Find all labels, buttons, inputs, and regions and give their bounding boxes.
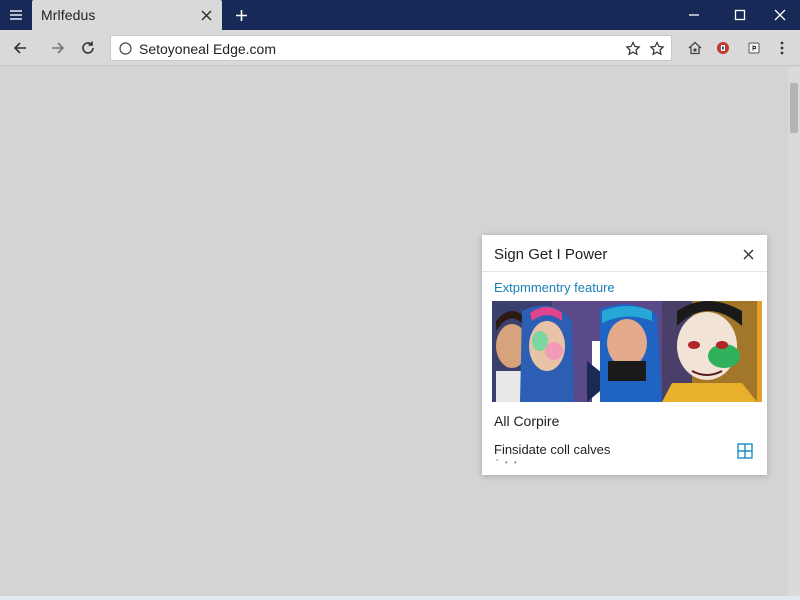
popup-header: Sign Get I Power xyxy=(482,235,767,272)
arrow-right-icon[interactable] xyxy=(46,36,70,60)
info-circle-icon[interactable] xyxy=(118,41,132,55)
home-extension-icon[interactable] xyxy=(683,36,707,60)
vertical-scrollbar[interactable] xyxy=(788,67,800,600)
more-vertical-icon[interactable] xyxy=(770,36,794,60)
star-icon[interactable] xyxy=(623,39,643,59)
grid-icon[interactable] xyxy=(736,442,754,460)
feature-popup: Sign Get I Power Extpmmentry feature All… xyxy=(482,235,767,475)
status-strip xyxy=(0,596,800,600)
close-icon[interactable] xyxy=(198,7,214,23)
tab-title: Mrlfedus xyxy=(41,7,96,23)
popup-subtitle-link[interactable]: Extpmmentry feature xyxy=(494,280,615,295)
close-icon[interactable] xyxy=(758,0,800,30)
maximize-icon[interactable] xyxy=(718,0,762,30)
refresh-icon[interactable] xyxy=(76,36,100,60)
arrow-left-icon[interactable] xyxy=(8,36,32,60)
popup-option-secondary-subtext: “ • • xyxy=(496,458,519,467)
browser-toolbar: Setoyoneal Edge.com xyxy=(0,30,800,66)
scrollbar-thumb[interactable] xyxy=(790,83,798,133)
popup-option-primary[interactable]: All Corpire xyxy=(494,413,559,429)
minimize-icon[interactable] xyxy=(672,0,716,30)
address-text[interactable]: Setoyoneal Edge.com xyxy=(139,41,276,57)
bookmark-extension-icon[interactable] xyxy=(742,36,766,60)
shield-extension-icon[interactable] xyxy=(711,36,735,60)
browser-tab[interactable]: Mrlfedus xyxy=(32,0,222,30)
plus-icon[interactable] xyxy=(230,4,252,26)
title-bar: Mrlfedus xyxy=(0,0,800,30)
hamburger-icon[interactable] xyxy=(0,0,32,30)
popup-banner-image xyxy=(492,301,762,402)
address-bar[interactable]: Setoyoneal Edge.com xyxy=(110,35,672,61)
popup-option-secondary[interactable]: Finsidate coll calves xyxy=(494,442,610,457)
star-outline-icon[interactable] xyxy=(647,39,667,59)
close-icon[interactable] xyxy=(739,245,757,263)
popup-title: Sign Get I Power xyxy=(494,246,608,263)
